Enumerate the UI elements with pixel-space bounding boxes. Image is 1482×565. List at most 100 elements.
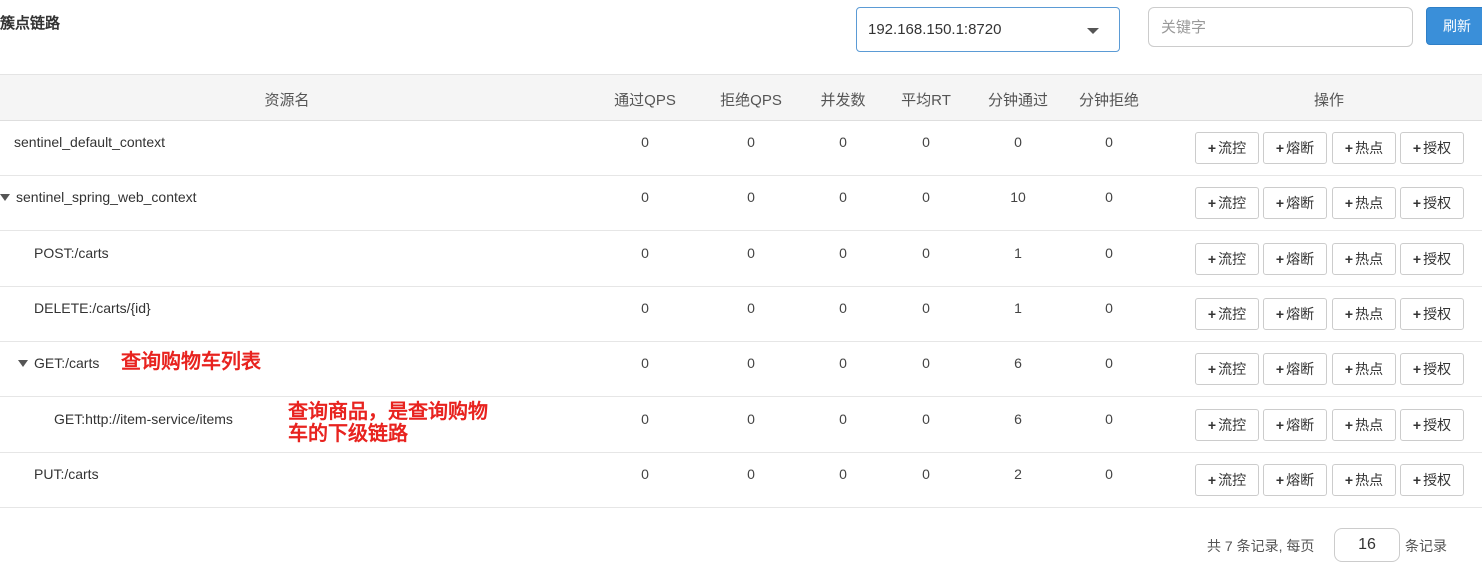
metric-cell: 0 bbox=[641, 134, 649, 150]
plus-icon: + bbox=[1275, 416, 1285, 433]
action-label: 流控 bbox=[1218, 361, 1247, 378]
refresh-button[interactable]: 刷新 bbox=[1426, 7, 1482, 45]
action-label: 热点 bbox=[1355, 305, 1384, 322]
metric-cell: 0 bbox=[839, 134, 847, 150]
authority-rule-button[interactable]: + 授权 bbox=[1400, 297, 1464, 330]
metric-cell: 0 bbox=[1105, 244, 1113, 261]
resource-name-cell: POST:/carts bbox=[34, 245, 109, 261]
hotspot-rule-button[interactable]: + 热点 bbox=[1332, 463, 1396, 496]
flow-rule-button[interactable]: + 流控 bbox=[1195, 297, 1259, 330]
degrade-rule-button[interactable]: + 熔断 bbox=[1263, 187, 1327, 220]
expand-triangle-icon[interactable] bbox=[18, 360, 28, 368]
metric-cell: 0 bbox=[747, 299, 755, 316]
page-title: 簇点链路 bbox=[0, 15, 61, 32]
plus-icon: + bbox=[1344, 140, 1354, 156]
degrade-rule-button[interactable]: + 熔断 bbox=[1263, 242, 1327, 275]
authority-rule-button[interactable]: + 授权 bbox=[1400, 408, 1464, 441]
plus-icon: + bbox=[1412, 250, 1422, 267]
metric-cell: 0 bbox=[641, 410, 649, 427]
degrade-rule-button[interactable]: + 熔断 bbox=[1263, 353, 1327, 386]
action-label: 授权 bbox=[1423, 416, 1452, 433]
hotspot-rule-button[interactable]: + 热点 bbox=[1332, 353, 1396, 386]
flow-rule-button[interactable]: + 流控 bbox=[1195, 463, 1259, 496]
resource-name-label: PUT:/carts bbox=[34, 465, 99, 482]
plus-icon: + bbox=[1412, 195, 1422, 212]
hotspot-rule-button[interactable]: + 热点 bbox=[1332, 297, 1396, 330]
resource-name-cell: GET:http://item-service/items bbox=[54, 411, 233, 427]
metric-cell: 0 bbox=[1105, 465, 1113, 482]
plus-icon: + bbox=[1275, 361, 1285, 378]
metric-cell: 0 bbox=[922, 465, 930, 482]
metric-cell: 0 bbox=[641, 465, 649, 482]
pagination-suffix: 条记录 bbox=[1405, 538, 1447, 554]
table-row: GET:http://item-service/items 0 0 0 0 6 0 + 流控 + 熔… bbox=[0, 398, 1482, 453]
column-header-minute-pass: 分钟通过 bbox=[987, 92, 1049, 109]
plus-icon: + bbox=[1207, 140, 1217, 156]
pagination-summary: 共 7 条记录, 每页 bbox=[1207, 538, 1315, 554]
keyword-search-input[interactable] bbox=[1148, 7, 1413, 47]
hotspot-rule-button[interactable]: + 热点 bbox=[1332, 242, 1396, 275]
authority-rule-button[interactable]: + 授权 bbox=[1400, 242, 1464, 275]
degrade-rule-button[interactable]: + 熔断 bbox=[1263, 297, 1327, 330]
plus-icon: + bbox=[1275, 140, 1285, 156]
metric-cell: 1 bbox=[1014, 244, 1022, 261]
hotspot-rule-button[interactable]: + 热点 bbox=[1332, 187, 1396, 220]
degrade-rule-button[interactable]: + 熔断 bbox=[1263, 408, 1327, 441]
action-label: 熔断 bbox=[1286, 361, 1315, 378]
flow-rule-button[interactable]: + 流控 bbox=[1195, 242, 1259, 275]
authority-rule-button[interactable]: + 授权 bbox=[1400, 463, 1464, 496]
action-label: 授权 bbox=[1423, 361, 1452, 378]
table-row: DELETE:/carts/{id} 0 0 0 0 1 0 + 流控 + 熔断 + 热点 + 授权 bbox=[0, 287, 1482, 342]
authority-rule-button[interactable]: + 授权 bbox=[1400, 353, 1464, 386]
column-header-block-qps: 拒绝QPS bbox=[720, 92, 782, 109]
metric-cell: 0 bbox=[1014, 134, 1022, 150]
action-label: 授权 bbox=[1423, 195, 1452, 212]
page-size-input[interactable] bbox=[1334, 528, 1400, 562]
plus-icon: + bbox=[1275, 195, 1285, 212]
resource-name-cell: sentinel_default_context bbox=[14, 134, 165, 150]
flow-rule-button[interactable]: + 流控 bbox=[1195, 353, 1259, 386]
metric-cell: 6 bbox=[1014, 410, 1022, 427]
table-row: PUT:/carts 0 0 0 0 2 0 + 流控 + 熔断 + 热点 + 授权 bbox=[0, 453, 1482, 508]
hotspot-rule-button[interactable]: + 热点 bbox=[1332, 132, 1396, 164]
flow-rule-button[interactable]: + 流控 bbox=[1195, 132, 1259, 164]
column-header-concurrency: 并发数 bbox=[820, 92, 866, 109]
action-label: 熔断 bbox=[1286, 305, 1315, 322]
flow-rule-button[interactable]: + 流控 bbox=[1195, 187, 1259, 220]
plus-icon: + bbox=[1207, 361, 1217, 378]
metric-cell: 0 bbox=[747, 244, 755, 261]
metric-cell: 0 bbox=[1105, 189, 1113, 206]
expand-triangle-icon[interactable] bbox=[0, 194, 10, 202]
flow-rule-button[interactable]: + 流控 bbox=[1195, 408, 1259, 441]
action-label: 授权 bbox=[1423, 140, 1452, 156]
column-header-pass-qps: 通过QPS bbox=[614, 92, 676, 109]
metric-cell: 10 bbox=[1010, 189, 1026, 206]
plus-icon: + bbox=[1275, 471, 1285, 488]
action-label: 流控 bbox=[1218, 195, 1247, 212]
column-header-resource: 资源名 bbox=[264, 92, 310, 109]
plus-icon: + bbox=[1207, 250, 1217, 267]
machine-select[interactable]: 192.168.150.1:8720 bbox=[856, 7, 1120, 52]
metric-cell: 0 bbox=[839, 410, 847, 427]
action-label: 流控 bbox=[1218, 471, 1247, 488]
authority-rule-button[interactable]: + 授权 bbox=[1400, 187, 1464, 220]
chevron-down-icon bbox=[1087, 28, 1099, 34]
action-label: 热点 bbox=[1355, 140, 1384, 156]
action-label: 授权 bbox=[1423, 250, 1452, 267]
metric-cell: 0 bbox=[1105, 299, 1113, 316]
metric-cell: 0 bbox=[641, 355, 649, 372]
resource-name-cell[interactable]: GET:/carts bbox=[18, 355, 99, 371]
hotspot-rule-button[interactable]: + 热点 bbox=[1332, 408, 1396, 441]
degrade-rule-button[interactable]: + 熔断 bbox=[1263, 132, 1327, 164]
metric-cell: 0 bbox=[922, 355, 930, 372]
action-label: 热点 bbox=[1355, 361, 1384, 378]
resource-name-label: GET:http://item-service/items bbox=[54, 410, 233, 427]
metric-cell: 0 bbox=[747, 355, 755, 372]
metric-cell: 0 bbox=[839, 355, 847, 372]
table-row: sentinel_spring_web_context 0 0 0 0 10 0 + 流控 + 熔断… bbox=[0, 176, 1482, 232]
resource-name-cell[interactable]: sentinel_spring_web_context bbox=[0, 189, 197, 205]
action-label: 熔断 bbox=[1286, 140, 1315, 156]
plus-icon: + bbox=[1412, 140, 1422, 156]
authority-rule-button[interactable]: + 授权 bbox=[1400, 132, 1464, 164]
degrade-rule-button[interactable]: + 熔断 bbox=[1263, 463, 1327, 496]
